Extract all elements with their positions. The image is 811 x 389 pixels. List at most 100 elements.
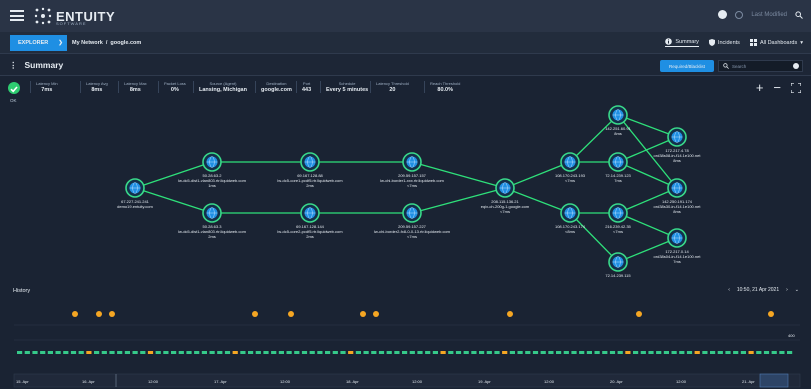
event-marker[interactable] — [288, 311, 294, 317]
timeline-bar — [733, 351, 739, 354]
timeline-bar — [671, 351, 677, 354]
event-marker[interactable] — [373, 311, 379, 317]
stat-label: Reach Threshold — [430, 81, 461, 86]
timeline-bar — [463, 351, 469, 354]
explorer-label: EXPLORER — [18, 40, 49, 46]
map-node[interactable]: 50.28.63.3lw-dc5-dist1-vlan803.rtr.liqui… — [178, 203, 247, 239]
timeline-bar — [548, 351, 554, 354]
node-label: 2ms — [306, 183, 314, 188]
timeline-bar — [494, 351, 500, 354]
timeline-label: 16. Apr — [82, 379, 95, 384]
event-marker[interactable] — [72, 311, 78, 317]
stat-label: Port — [302, 81, 311, 86]
tab-summary-label: Summary — [675, 38, 699, 45]
node-label: 7ms — [614, 178, 622, 183]
timeline-bar — [402, 351, 408, 354]
search-icon[interactable] — [795, 10, 803, 19]
timeline-bar — [663, 351, 669, 354]
summary-bar: ⋮ Summary Required/Blacklist Search — [0, 54, 811, 76]
map-node[interactable]: 142.250.191.174ord38s30-in-f14.1e100.net… — [654, 178, 702, 214]
history-next-icon[interactable]: › — [786, 287, 788, 293]
timeline-bar — [248, 351, 254, 354]
stat-value: 8ms — [129, 87, 141, 93]
map-node[interactable]: 172.217.4.78ord38s08-in-f14.1e100.net8ms — [654, 127, 702, 163]
node-label: 8ms — [673, 209, 681, 214]
clear-search-icon[interactable] — [793, 63, 799, 69]
timeline-bar — [63, 351, 69, 354]
timeline-bar — [771, 351, 777, 354]
summary-header: ⋮ Summary — [9, 60, 63, 71]
timeline-bar — [763, 351, 770, 354]
timeline-label: 18. Apr — [346, 379, 359, 384]
map-node[interactable]: 172.217.0.14ord38s04-in-f14.1e100.net7ms — [654, 228, 702, 264]
timeline-bar — [532, 351, 539, 354]
history-timeline[interactable]: 400 15. Apr 16. Apr 12:00 17. Apr 12:00 18. Ap… — [0, 295, 811, 389]
chevron-right-icon: ❯ — [58, 40, 63, 46]
timeline-range-handle[interactable] — [759, 373, 789, 388]
user-icon[interactable] — [718, 10, 728, 19]
stat-value: google.com — [261, 87, 292, 93]
required-blacklist-button[interactable]: Required/Blacklist — [660, 60, 714, 72]
node-label: <8ms — [565, 229, 575, 234]
timeline-bar — [710, 351, 716, 354]
stat-latency-avg: Latency Avg 8ms — [80, 81, 113, 93]
tab-all-dashboards[interactable]: All Dashboards ▾ — [749, 39, 803, 46]
timeline-bar — [109, 351, 115, 354]
search-field[interactable]: Search — [718, 60, 803, 72]
stat-label: Latency Min — [36, 81, 58, 86]
timeline-bar — [571, 351, 577, 354]
event-marker[interactable] — [96, 311, 102, 317]
timeline-bar — [332, 351, 338, 354]
event-marker[interactable] — [109, 311, 115, 317]
timeline-bar — [448, 351, 454, 354]
explorer-button[interactable]: EXPLORER ❯ — [10, 35, 67, 51]
stat-value: 20 — [389, 87, 396, 93]
node-label: <7ms — [565, 178, 575, 183]
timeline-bar — [540, 351, 546, 354]
timeline-bar — [255, 351, 261, 354]
zoom-out-icon[interactable]: − — [773, 80, 781, 95]
map-node[interactable]: 142.251.60.918ms — [605, 105, 632, 136]
timeline-bar — [486, 351, 492, 354]
timeline-bar — [702, 351, 708, 354]
timeline-bar — [40, 351, 46, 354]
timeline-bar — [271, 351, 277, 354]
timeline-bar — [348, 351, 354, 354]
axis-value: 400 — [788, 333, 795, 338]
map-link — [411, 161, 506, 189]
timeline-bar — [679, 351, 685, 354]
timeline-bar — [224, 351, 231, 354]
fullscreen-icon[interactable] — [791, 82, 801, 93]
topology-map[interactable]: 67.227.241.241demo19.entuity.com50.28.63… — [0, 100, 811, 285]
timeline-bar — [517, 351, 523, 354]
timeline-bar — [417, 351, 423, 354]
event-marker[interactable] — [360, 311, 366, 317]
breadcrumb-network[interactable]: My Network — [72, 40, 103, 46]
timeline-bar — [371, 351, 377, 354]
map-node[interactable]: 69.167.128.88lw-dc5-core1-pcdf5.rtr.liqu… — [277, 152, 343, 188]
map-node[interactable]: 209.59.157.227lw-chi-border2-fx8-0-0-13.… — [374, 203, 451, 239]
event-marker[interactable] — [636, 311, 642, 317]
history-prev-icon[interactable]: ‹ — [728, 287, 730, 293]
kebab-menu-icon[interactable]: ⋮ — [9, 60, 18, 71]
tab-summary[interactable]: Summary — [665, 38, 699, 47]
tab-all-dashboards-label: All Dashboards — [759, 39, 798, 46]
node-label: 1ms — [208, 183, 216, 188]
map-node[interactable]: 72.14.239.115 — [605, 252, 631, 278]
menu-icon[interactable] — [10, 10, 24, 21]
map-node[interactable]: 208.115.136.21eqix-ch-200g-1.google.com<… — [481, 178, 530, 214]
event-marker[interactable] — [768, 311, 774, 317]
timeline-bar — [147, 351, 154, 354]
tab-incidents-label: Incidents — [717, 39, 740, 46]
event-marker[interactable] — [507, 311, 513, 317]
stat-value: Lansing, Michigan — [199, 87, 247, 93]
map-node[interactable]: 69.167.128.144lw-dc5-core2-pcdf5.rtr.liq… — [277, 203, 343, 239]
tab-incidents[interactable]: Incidents — [708, 39, 740, 46]
timeline-bar — [378, 351, 385, 354]
map-node[interactable]: 108.170.243.193<7ms — [555, 152, 586, 183]
event-marker[interactable] — [252, 311, 258, 317]
chevron-down-icon[interactable]: ⌄ — [795, 287, 799, 293]
zoom-in-icon[interactable]: + — [756, 80, 764, 95]
node-label: 72.14.239.115 — [605, 273, 631, 278]
map-node[interactable]: 209.59.157.157lw-chi-border1-xxx.rtr.liq… — [380, 152, 445, 188]
